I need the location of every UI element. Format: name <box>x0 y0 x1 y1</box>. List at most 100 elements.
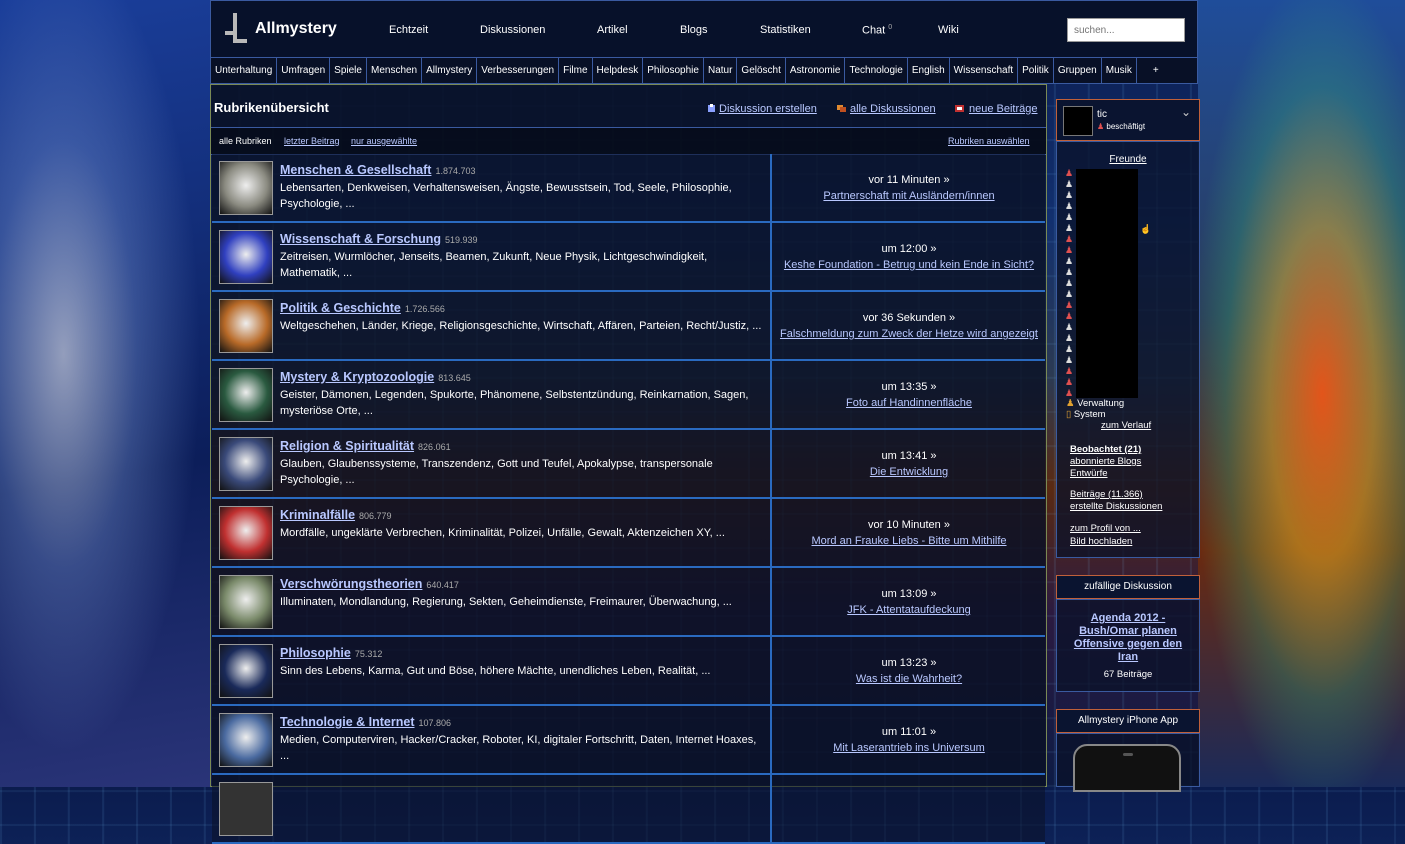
all-discussions-link[interactable]: alle Diskussionen <box>850 103 936 115</box>
column-divider <box>770 706 772 773</box>
category-thumbnail[interactable] <box>219 713 273 767</box>
category-thumbnail[interactable] <box>219 506 273 560</box>
user-status[interactable]: ♟ beschäftigt <box>1097 122 1145 131</box>
online-person-icon: ♟ <box>1065 344 1074 354</box>
category-thumbnail[interactable] <box>219 299 273 353</box>
last-post-link[interactable]: Was ist die Wahrheit? <box>774 671 1044 687</box>
posts-link[interactable]: Beiträge (11.366) <box>1070 489 1143 500</box>
category-thumbnail[interactable] <box>219 437 273 491</box>
friends-title[interactable]: Freunde <box>1057 154 1199 165</box>
last-post-link[interactable]: Mord an Frauke Liebs - Bitte um Mithilfe <box>774 533 1044 549</box>
last-post-time[interactable]: um 13:41 » <box>774 448 1044 464</box>
category-tab[interactable]: Filme <box>559 58 593 83</box>
history-link[interactable]: zum Verlauf <box>1101 420 1151 431</box>
category-tab[interactable]: Philosophie <box>643 58 704 83</box>
create-discussion-link[interactable]: Diskussion erstellen <box>719 103 817 115</box>
search-input[interactable] <box>1067 18 1185 42</box>
nav-echtzeit[interactable]: Echtzeit <box>389 24 428 36</box>
created-discussions-link[interactable]: erstellte Diskussionen <box>1070 501 1162 512</box>
last-post-time[interactable]: vor 36 Sekunden » <box>774 310 1044 326</box>
subnav-last-post[interactable]: letzter Beitrag <box>284 136 340 146</box>
site-name[interactable]: Allmystery <box>255 20 337 38</box>
last-post-link[interactable]: Keshe Foundation - Betrug und kein Ende … <box>774 257 1044 273</box>
random-discussion-box: Agenda 2012 - Bush/Omar planen Offensive… <box>1056 599 1200 692</box>
subnav-all[interactable]: alle Rubriken <box>219 136 272 146</box>
admin-icon: ♟ <box>1066 398 1075 409</box>
all-discussions-icon <box>837 105 846 112</box>
category-thumbnail[interactable] <box>219 368 273 422</box>
category-title[interactable]: Religion & Spiritualität 826.061 <box>280 439 451 453</box>
random-discussion-link[interactable]: Agenda 2012 - Bush/Omar planen Offensive… <box>1063 612 1193 664</box>
category-thumbnail[interactable] <box>219 644 273 698</box>
watched-link[interactable]: Beobachtet (21) <box>1070 444 1141 455</box>
last-post-time[interactable]: um 13:23 » <box>774 655 1044 671</box>
nav-wiki[interactable]: Wiki <box>938 24 959 36</box>
online-person-icon: ♟ <box>1065 223 1074 233</box>
nav-statistiken[interactable]: Statistiken <box>760 24 811 36</box>
category-thumbnail[interactable] <box>219 782 273 836</box>
subnav-choose-categories[interactable]: Rubriken auswählen <box>948 136 1030 146</box>
last-post-time[interactable]: um 13:35 » <box>774 379 1044 395</box>
subnav-selected[interactable]: nur ausgewählte <box>351 136 417 146</box>
category-tab[interactable]: Gelöscht <box>737 58 786 83</box>
nav-blogs[interactable]: Blogs <box>680 24 708 36</box>
category-title[interactable]: Technologie & Internet 107.806 <box>280 715 451 729</box>
nav-diskussionen[interactable]: Diskussionen <box>480 24 545 36</box>
logo-icon[interactable] <box>225 13 247 43</box>
last-post-time[interactable]: vor 10 Minuten » <box>774 517 1044 533</box>
category-thumbnail[interactable] <box>219 575 273 629</box>
category-tab[interactable]: Technologie <box>845 58 908 83</box>
category-tab[interactable]: Astronomie <box>786 58 846 83</box>
category-tab[interactable]: Menschen <box>367 58 423 83</box>
drafts-link[interactable]: Entwürfe <box>1070 468 1108 479</box>
category-title[interactable]: Philosophie 75.312 <box>280 646 382 660</box>
new-posts-link[interactable]: neue Beiträge <box>969 103 1038 115</box>
subscribed-blogs-link[interactable]: abonnierte Blogs <box>1070 456 1141 467</box>
table-row: Religion & Spiritualität 826.061 Glauben, … <box>212 430 1045 499</box>
category-title[interactable]: Kriminalfälle 806.779 <box>280 508 392 522</box>
user-box[interactable]: tic ♟ beschäftigt ⌄ <box>1056 99 1200 141</box>
last-post-link[interactable]: Mit Laserantrieb ins Universum <box>774 740 1044 756</box>
last-post-link[interactable]: Foto auf Handinnenfläche <box>774 395 1044 411</box>
category-tab[interactable]: Natur <box>704 58 738 83</box>
profile-link[interactable]: zum Profil von ... <box>1070 523 1141 534</box>
last-post-link[interactable]: Falschmeldung zum Zweck der Hetze wird a… <box>774 326 1044 342</box>
category-tab[interactable]: Verbesserungen <box>477 58 560 83</box>
category-tab[interactable]: English <box>908 58 950 83</box>
category-title[interactable]: Menschen & Gesellschaft 1.874.703 <box>280 163 476 177</box>
category-tab[interactable]: Musik <box>1102 58 1137 83</box>
category-tab[interactable]: Spiele <box>330 58 367 83</box>
category-title[interactable]: Wissenschaft & Forschung 519.939 <box>280 232 478 246</box>
table-row: Menschen & Gesellschaft 1.874.703 Lebensar… <box>212 154 1045 223</box>
category-thumbnail[interactable] <box>219 230 273 284</box>
chevron-down-icon[interactable]: ⌄ <box>1181 105 1191 119</box>
last-post-link[interactable]: JFK - Attentataufdeckung <box>774 602 1044 618</box>
category-title-text: Mystery & Kryptozoologie <box>280 370 435 384</box>
category-tab[interactable]: + <box>1137 58 1175 83</box>
last-post-link[interactable]: Die Entwicklung <box>774 464 1044 480</box>
last-post: um 11:01 » Mit Laserantrieb ins Universum <box>774 724 1044 756</box>
avatar[interactable] <box>1063 106 1093 136</box>
category-tab[interactable]: Umfragen <box>277 58 331 83</box>
category-title[interactable]: Politik & Geschichte 1.726.566 <box>280 301 445 315</box>
category-tab[interactable]: Helpdesk <box>593 58 644 83</box>
category-thumbnail[interactable] <box>219 161 273 215</box>
background-right <box>1198 0 1405 787</box>
upload-image-link[interactable]: Bild hochladen <box>1070 536 1132 547</box>
last-post-time[interactable]: um 12:00 » <box>774 241 1044 257</box>
last-post-link[interactable]: Partnerschaft mit Ausländern/innen <box>774 188 1044 204</box>
category-tab[interactable]: Gruppen <box>1054 58 1102 83</box>
category-title[interactable]: Verschwörungstheorien 640.417 <box>280 577 459 591</box>
category-tab[interactable]: Unterhaltung <box>211 58 278 83</box>
nav-chat[interactable]: Chat 0 <box>862 24 892 37</box>
category-title[interactable]: Mystery & Kryptozoologie 813.645 <box>280 370 471 384</box>
last-post-time[interactable]: um 13:09 » <box>774 586 1044 602</box>
category-tab[interactable]: Politik <box>1018 58 1054 83</box>
phone-icon[interactable] <box>1073 744 1181 792</box>
nav-artikel[interactable]: Artikel <box>597 24 628 36</box>
username[interactable]: tic <box>1097 109 1107 120</box>
last-post-time[interactable]: vor 11 Minuten » <box>774 172 1044 188</box>
category-tab[interactable]: Allmystery <box>422 58 478 83</box>
last-post-time[interactable]: um 11:01 » <box>774 724 1044 740</box>
category-tab[interactable]: Wissenschaft <box>950 58 1019 83</box>
